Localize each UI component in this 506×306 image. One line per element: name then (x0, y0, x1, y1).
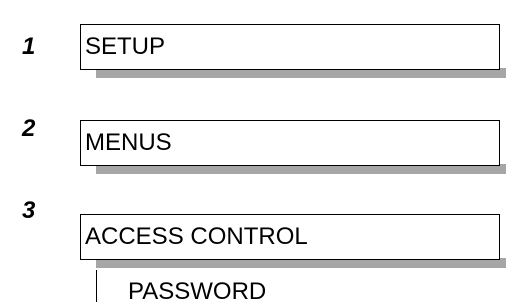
menu-item-menus[interactable]: MENUS (80, 120, 500, 166)
menu-item-menus-label: MENUS (85, 129, 172, 156)
menu-item-access-control[interactable]: ACCESS CONTROL (80, 214, 500, 260)
menu-item-setup-label: SETUP (85, 33, 166, 60)
menu-item-setup[interactable]: SETUP (80, 24, 500, 70)
step-number-1: 1 (22, 33, 36, 60)
menu-item-access-control-label: ACCESS CONTROL (85, 223, 308, 250)
step-number-3: 3 (22, 197, 36, 224)
decorative-top-mark (486, 0, 500, 10)
submenu-item-password[interactable]: PASSWORD (96, 270, 356, 305)
step-number-2: 2 (22, 115, 36, 142)
